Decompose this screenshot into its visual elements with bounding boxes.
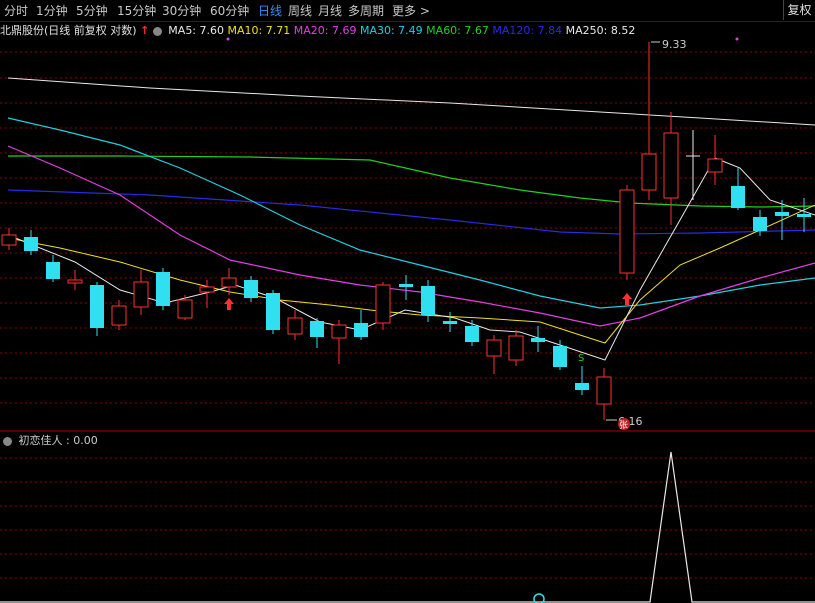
candle bbox=[156, 272, 170, 306]
buy-arrow-icon bbox=[224, 298, 234, 310]
candle bbox=[331, 324, 347, 339]
candle bbox=[177, 299, 193, 319]
candle bbox=[641, 153, 657, 191]
candlesticks bbox=[1, 42, 811, 420]
ma10-line bbox=[7, 204, 815, 344]
kline-chart[interactable]: S 9.33 6.16 张 bbox=[0, 0, 815, 603]
candle bbox=[199, 286, 215, 293]
indicator-settings-icon[interactable] bbox=[3, 436, 12, 446]
ma60-line bbox=[8, 155, 815, 208]
dot-marker-icon bbox=[226, 37, 230, 41]
candle bbox=[310, 321, 324, 337]
ma20-line bbox=[7, 145, 815, 327]
candle bbox=[90, 285, 104, 328]
candle bbox=[619, 189, 635, 274]
candle bbox=[443, 321, 457, 324]
s-marker-icon: S bbox=[578, 353, 584, 364]
indicator-title-row: 初恋佳人 : 0.00 bbox=[0, 432, 98, 448]
candle bbox=[375, 284, 391, 324]
candle bbox=[244, 280, 258, 298]
candle bbox=[67, 279, 83, 284]
indicator-line bbox=[0, 451, 815, 603]
candle bbox=[575, 383, 589, 390]
candle bbox=[24, 237, 38, 251]
ma30-line bbox=[7, 117, 815, 309]
candle bbox=[465, 326, 479, 342]
candle bbox=[663, 132, 679, 199]
candle bbox=[797, 214, 811, 217]
ma250-line bbox=[7, 77, 815, 126]
candle bbox=[133, 281, 149, 308]
candle bbox=[266, 293, 280, 330]
candle bbox=[508, 335, 524, 361]
candle bbox=[486, 339, 502, 357]
indicator-grid bbox=[0, 457, 815, 579]
sell-badge-glyph: 张 bbox=[619, 420, 628, 431]
ma120-line bbox=[7, 189, 815, 235]
candle bbox=[421, 286, 435, 315]
candle bbox=[111, 305, 127, 326]
dot-marker-icon bbox=[735, 37, 739, 41]
candle bbox=[399, 284, 413, 287]
candle bbox=[287, 317, 303, 335]
candle bbox=[775, 212, 789, 216]
candle bbox=[596, 376, 612, 405]
price-grid bbox=[0, 51, 815, 404]
candle bbox=[221, 277, 237, 288]
candle bbox=[46, 262, 60, 279]
high-price-label: 9.33 bbox=[662, 38, 687, 51]
candle bbox=[1, 234, 17, 246]
candle bbox=[553, 346, 567, 367]
candle bbox=[753, 217, 767, 231]
candle bbox=[531, 338, 545, 342]
candle bbox=[707, 158, 723, 173]
candle bbox=[354, 323, 368, 337]
candle bbox=[731, 186, 745, 208]
indicator-title[interactable]: 初恋佳人 : 0.00 bbox=[19, 434, 98, 447]
